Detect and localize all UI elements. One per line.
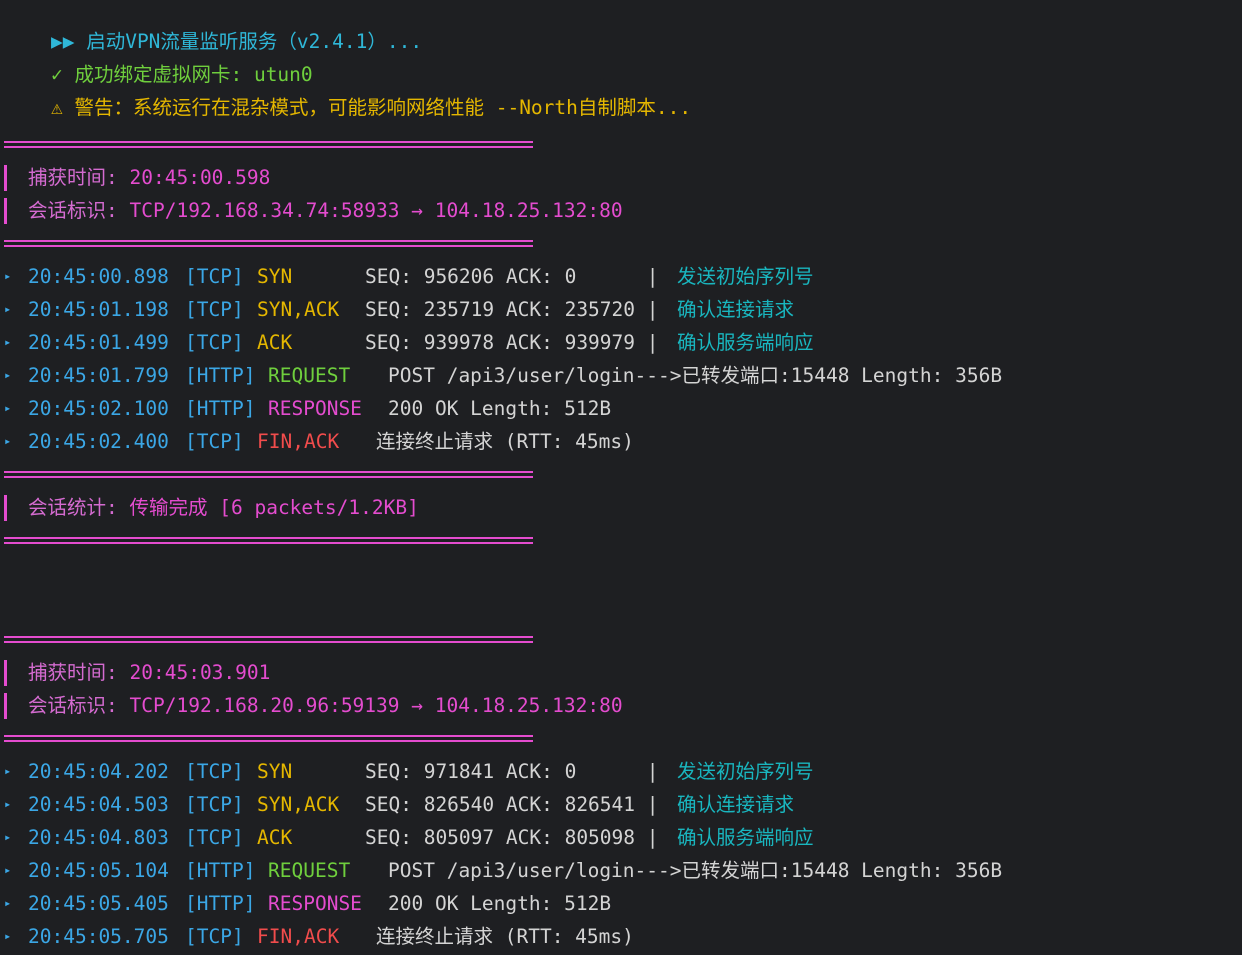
packet-protocol: [TCP] [185, 430, 244, 453]
packet-flag: ACK [257, 331, 293, 354]
warning-line: ⚠ 警告：系统运行在混杂模式，可能影响网络性能 --North自制脚本... [4, 66, 691, 119]
packet-protocol: [TCP] [185, 298, 244, 321]
capture-time-line: 捕获时间: 20:45:00.598 [28, 164, 270, 197]
session-bar [4, 495, 7, 521]
triangle-right-icon: ▸ [4, 302, 12, 316]
session-bar [4, 693, 7, 719]
capture-time-line: 捕获时间: 20:45:03.901 [28, 659, 270, 692]
session-stats-line: 会话统计: 传输完成 [6 packets/1.2KB] [28, 494, 419, 527]
triangle-right-icon: ▸ [4, 434, 12, 448]
packet-detail: 连接终止请求 (RTT: 45ms) [376, 925, 634, 948]
session-separator [4, 471, 533, 478]
packet-flag: FIN,ACK [257, 430, 340, 453]
packet-detail: SEQ: 971841 ACK: 0 | [365, 760, 659, 783]
packet-timestamp: 20:45:02.100 [28, 397, 169, 420]
packet-detail: 连接终止请求 (RTT: 45ms) [376, 430, 634, 453]
service-start-line: ▶▶ 启动VPN流量监听服务（v2.4.1）... [4, 0, 422, 53]
packet-flag: REQUEST [268, 364, 351, 387]
session-stats-label: 会话统计: [28, 496, 118, 519]
packet-timestamp: 20:45:04.503 [28, 793, 169, 816]
warning-icon: ⚠ [50, 96, 63, 119]
triangle-right-icon: ▸ [4, 863, 12, 877]
terminal-output: ▶▶ 启动VPN流量监听服务（v2.4.1）... ✓ 成功绑定虚拟网卡: ut… [0, 0, 1242, 955]
session-bar [4, 660, 7, 686]
triangle-right-icon: ▸ [4, 929, 12, 943]
packet-flag: SYN [257, 265, 293, 288]
packet-flag: REQUEST [268, 859, 351, 882]
packet-timestamp: 20:45:01.198 [28, 298, 169, 321]
packet-protocol: [TCP] [185, 331, 244, 354]
packet-protocol: [TCP] [185, 826, 244, 849]
triangle-right-icon: ▸ [4, 335, 12, 349]
packet-timestamp: 20:45:05.405 [28, 892, 169, 915]
packet-note: 确认服务端响应 [677, 826, 814, 849]
session-id-value: TCP/192.168.20.96:59139 → 104.18.25.132:… [129, 694, 623, 717]
packet-timestamp: 20:45:01.499 [28, 331, 169, 354]
packet-timestamp: 20:45:00.898 [28, 265, 169, 288]
packet-detail: SEQ: 805097 ACK: 805098 | [365, 826, 659, 849]
packet-timestamp: 20:45:05.705 [28, 925, 169, 948]
packet-protocol: [TCP] [185, 925, 244, 948]
packet-note: 确认服务端响应 [677, 331, 814, 354]
packet-detail: 200 OK Length: 512B [388, 397, 612, 420]
packet-detail: POST /api3/user/login--->已转发端口:15448 Len… [388, 364, 1003, 387]
packet-detail: SEQ: 826540 ACK: 826541 | [365, 793, 659, 816]
packet-timestamp: 20:45:01.799 [28, 364, 169, 387]
packet-protocol: [HTTP] [185, 892, 256, 915]
packet-protocol: [HTTP] [185, 397, 256, 420]
bind-success-line: ✓ 成功绑定虚拟网卡: utun0 [4, 33, 313, 86]
triangle-right-icon: ▸ [4, 797, 12, 811]
session-separator [4, 636, 533, 643]
session-id-label: 会话标识: [28, 694, 118, 717]
packet-protocol: [TCP] [185, 265, 244, 288]
packet-timestamp: 20:45:04.803 [28, 826, 169, 849]
packet-protocol: [HTTP] [185, 859, 256, 882]
packet-protocol: [TCP] [185, 760, 244, 783]
session-bar [4, 198, 7, 224]
packet-detail: SEQ: 956206 ACK: 0 | [365, 265, 659, 288]
packet-protocol: [TCP] [185, 793, 244, 816]
packet-flag: ACK [257, 826, 293, 849]
session-bar [4, 165, 7, 191]
packet-timestamp: 20:45:05.104 [28, 859, 169, 882]
session-id-line: 会话标识: TCP/192.168.20.96:59139 → 104.18.2… [28, 692, 623, 725]
capture-time-label: 捕获时间: [28, 661, 118, 684]
packet-note: 发送初始序列号 [677, 265, 814, 288]
session-stats-value: 传输完成 [6 packets/1.2KB] [129, 496, 419, 519]
packet-timestamp: 20:45:04.202 [28, 760, 169, 783]
packet-flag: FIN,ACK [257, 925, 340, 948]
packet-note: 发送初始序列号 [677, 760, 814, 783]
warning-text: 警告：系统运行在混杂模式，可能影响网络性能 --North自制脚本... [74, 96, 692, 119]
triangle-right-icon: ▸ [4, 368, 12, 382]
packet-protocol: [HTTP] [185, 364, 256, 387]
packet-note: 确认连接请求 [677, 793, 795, 816]
session-separator [4, 735, 533, 742]
session-id-value: TCP/192.168.34.74:58933 → 104.18.25.132:… [129, 199, 623, 222]
packet-note: 确认连接请求 [677, 298, 795, 321]
triangle-right-icon: ▸ [4, 830, 12, 844]
session-separator [4, 537, 533, 544]
packet-detail: SEQ: 939978 ACK: 939979 | [365, 331, 659, 354]
packet-flag: SYN [257, 760, 293, 783]
triangle-right-icon: ▸ [4, 764, 12, 778]
packet-timestamp: 20:45:02.400 [28, 430, 169, 453]
packet-detail: POST /api3/user/login--->已转发端口:15448 Len… [388, 859, 1003, 882]
packet-detail: 200 OK Length: 512B [388, 892, 612, 915]
triangle-right-icon: ▸ [4, 269, 12, 283]
session-id-label: 会话标识: [28, 199, 118, 222]
capture-time-value: 20:45:03.901 [129, 661, 271, 684]
packet-flag: SYN,ACK [257, 298, 340, 321]
packet-detail: SEQ: 235719 ACK: 235720 | [365, 298, 659, 321]
triangle-right-icon: ▸ [4, 401, 12, 415]
session-id-line: 会话标识: TCP/192.168.34.74:58933 → 104.18.2… [28, 197, 623, 230]
capture-time-label: 捕获时间: [28, 166, 118, 189]
triangle-right-icon: ▸ [4, 896, 12, 910]
session-separator [4, 141, 533, 148]
session-separator [4, 240, 533, 247]
packet-flag: RESPONSE [268, 397, 362, 420]
packet-flag: RESPONSE [268, 892, 362, 915]
packet-flag: SYN,ACK [257, 793, 340, 816]
capture-time-value: 20:45:00.598 [129, 166, 271, 189]
